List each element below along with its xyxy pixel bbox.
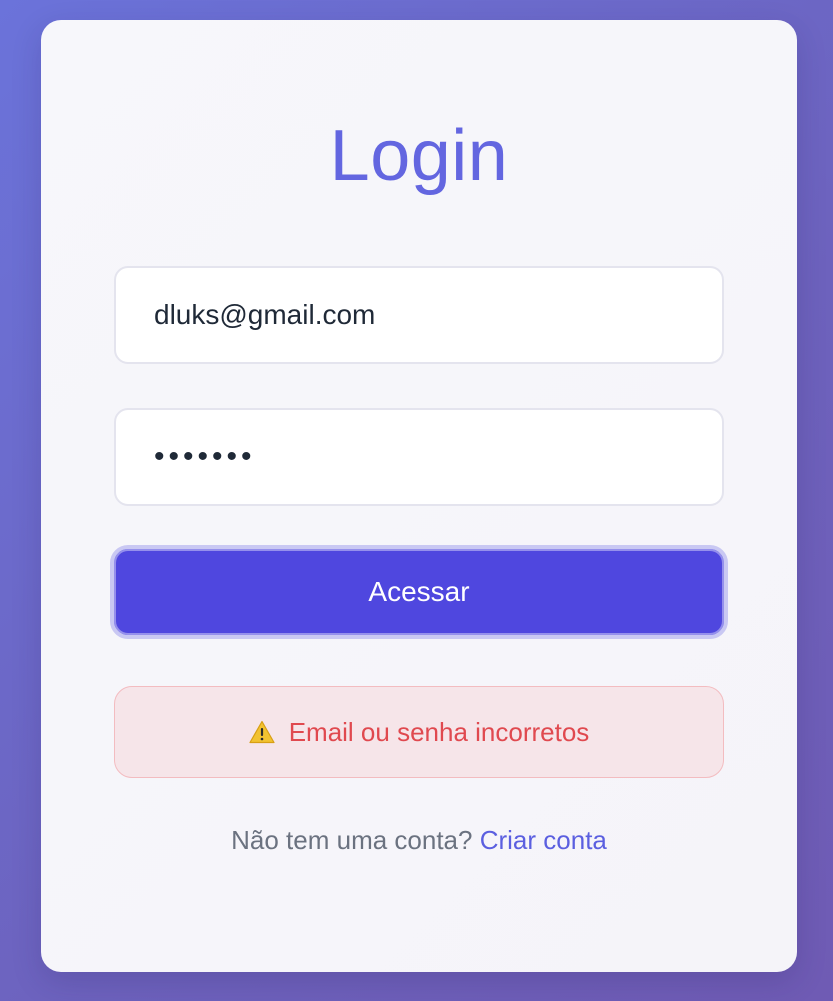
create-account-link[interactable]: Criar conta xyxy=(480,825,607,855)
error-message: Email ou senha incorretos xyxy=(288,716,590,747)
password-field[interactable] xyxy=(114,408,724,506)
warning-icon xyxy=(249,720,275,744)
signup-prompt-text: Não tem uma conta? xyxy=(231,825,473,855)
error-alert: Email ou senha incorretos xyxy=(114,686,724,778)
signup-prompt: Não tem uma conta? Criar conta xyxy=(41,823,797,857)
email-field[interactable] xyxy=(114,266,724,364)
submit-button[interactable]: Acessar xyxy=(110,545,728,639)
login-card: Login Acessar Email ou senha incorretos … xyxy=(41,20,797,972)
page-title: Login xyxy=(329,116,509,196)
